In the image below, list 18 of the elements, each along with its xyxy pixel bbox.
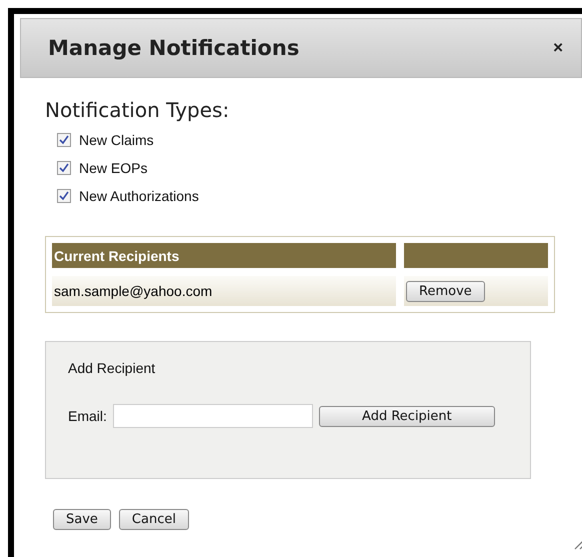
- column-header: Current Recipients: [52, 243, 396, 268]
- checkbox[interactable]: [57, 133, 71, 147]
- dialog-button[interactable]: Save: [53, 509, 111, 530]
- close-button[interactable]: ×: [553, 38, 563, 58]
- section-heading: Notification Types:: [45, 98, 230, 122]
- add-recipient-button[interactable]: Add Recipient: [318, 406, 495, 426]
- remove-button[interactable]: Remove: [406, 280, 485, 302]
- checkbox[interactable]: [57, 161, 71, 175]
- checkbox[interactable]: [57, 189, 71, 203]
- email-cell: sam.sample@yahoo.com: [52, 276, 396, 306]
- panel-title: Add Recipient: [68, 360, 156, 376]
- email-field[interactable]: [112, 404, 313, 428]
- dialog-button[interactable]: Cancel: [118, 509, 189, 530]
- dialog-title: Manage Notifications: [48, 36, 300, 60]
- checkbox-label[interactable]: New Claims: [79, 132, 154, 148]
- checkbox-label[interactable]: New EOPs: [79, 160, 148, 176]
- email-label: Email:: [68, 408, 107, 424]
- checkbox-label[interactable]: New Authorizations: [79, 188, 199, 204]
